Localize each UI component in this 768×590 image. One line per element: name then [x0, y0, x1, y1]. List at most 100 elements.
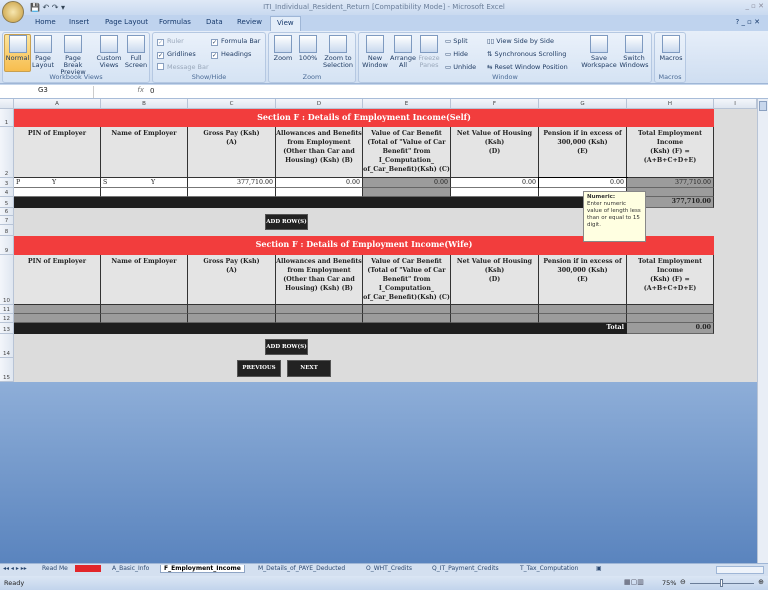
cell-c11[interactable]	[188, 305, 276, 314]
window-controls[interactable]: _ ▫ ✕	[745, 2, 764, 10]
headings-checkbox[interactable]: ✓ Headings	[211, 50, 251, 59]
sheet-tab-t-tax[interactable]: T_Tax_Computation	[520, 565, 578, 572]
split-button[interactable]: ▭ Split	[445, 37, 468, 45]
tab-data[interactable]: Data	[206, 18, 223, 26]
cell-e3-car[interactable]: 0.00	[363, 178, 451, 188]
column-header-i[interactable]: I	[714, 99, 757, 109]
cell-a4[interactable]	[14, 188, 101, 197]
cell-e12[interactable]	[363, 314, 451, 323]
quick-access-toolbar[interactable]: 💾 ↶ ↷ ▾	[30, 3, 65, 12]
cell-h12[interactable]	[627, 314, 714, 323]
zoom-button[interactable]: Zoom	[271, 35, 295, 62]
row-header[interactable]: 10	[0, 255, 14, 305]
row-header[interactable]: 6	[0, 208, 14, 216]
cell-f12[interactable]	[451, 314, 539, 323]
zoom-level[interactable]: 75%	[662, 579, 676, 587]
cell-d4[interactable]	[276, 188, 363, 197]
sheet-nav-arrows[interactable]: ◂◂ ◂ ▸ ▸▸	[3, 565, 27, 572]
cell-h3-total[interactable]: 377,710.00	[627, 178, 714, 188]
cell-e11[interactable]	[363, 305, 451, 314]
cell-h11[interactable]	[627, 305, 714, 314]
cell-b11[interactable]	[101, 305, 188, 314]
cell-b12[interactable]	[101, 314, 188, 323]
tab-review[interactable]: Review	[237, 18, 262, 26]
cell-a3-pin[interactable]: PY	[14, 178, 101, 188]
column-header-c[interactable]: C	[188, 99, 276, 109]
custom-views-button[interactable]: Custom Views	[96, 35, 122, 69]
cell-f3-housing[interactable]: 0.00	[451, 178, 539, 188]
formula-bar-checkbox[interactable]: ✓ Formula Bar	[211, 37, 260, 46]
cell-d12[interactable]	[276, 314, 363, 323]
cell-a11[interactable]	[14, 305, 101, 314]
save-workspace-button[interactable]: Save Workspace	[581, 35, 617, 69]
cell-f11[interactable]	[451, 305, 539, 314]
reset-window-position-button[interactable]: ⇆ Reset Window Position	[487, 63, 568, 71]
row-header[interactable]: 1	[0, 109, 14, 127]
cell-c4[interactable]	[188, 188, 276, 197]
tab-insert[interactable]: Insert	[69, 18, 89, 26]
cell-a12[interactable]	[14, 314, 101, 323]
cell-g3-pension-selected[interactable]: 0.00	[538, 177, 628, 189]
formula-input[interactable]: 0	[150, 87, 154, 95]
arrange-all-button[interactable]: Arrange All	[390, 35, 416, 69]
cell-b3-name[interactable]: SY	[101, 178, 188, 188]
cell-e4[interactable]	[363, 188, 451, 197]
row-header[interactable]: 12	[0, 314, 14, 323]
cell-f4[interactable]	[451, 188, 539, 197]
row-header[interactable]: 7	[0, 216, 14, 225]
page-break-preview-button[interactable]: Page Break Preview	[55, 35, 91, 76]
vertical-scrollbar[interactable]	[757, 99, 768, 563]
normal-view-button[interactable]: Normal	[4, 34, 31, 72]
add-rows-wife-button[interactable]: ADD ROW(S)	[265, 339, 308, 355]
column-header-h[interactable]: H	[627, 99, 714, 109]
help-icon[interactable]: ? _ ▫ ✕	[736, 18, 761, 26]
tab-page-layout[interactable]: Page Layout	[105, 18, 148, 26]
sheet-tab-errors[interactable]: Errors	[75, 565, 101, 572]
sheet-tab-q-it-payment[interactable]: Q_IT_Payment_Credits	[432, 565, 499, 572]
freeze-panes-button[interactable]: Freeze Panes	[417, 35, 441, 69]
scroll-thumb[interactable]	[759, 101, 767, 111]
switch-windows-button[interactable]: Switch Windows	[617, 35, 651, 69]
gridlines-checkbox[interactable]: ✓ Gridlines	[157, 50, 196, 59]
fx-icon[interactable]: fx	[100, 86, 144, 98]
zoom-slider[interactable]: ⊖ ⊕	[680, 578, 764, 587]
view-mode-icons[interactable]: ▦▢▥	[624, 578, 644, 586]
row-header[interactable]: 14	[0, 334, 14, 358]
message-bar-checkbox[interactable]: Message Bar	[157, 63, 209, 71]
row-header[interactable]: 15	[0, 358, 14, 382]
row-header[interactable]: 8	[0, 225, 14, 236]
cell-c12[interactable]	[188, 314, 276, 323]
unhide-button[interactable]: ▭ Unhide	[445, 63, 476, 71]
sheet-tab-read-me[interactable]: Read Me	[42, 565, 68, 572]
select-all-corner[interactable]	[0, 99, 14, 109]
cell-d11[interactable]	[276, 305, 363, 314]
add-rows-self-button[interactable]: ADD ROW(S)	[265, 214, 308, 230]
row-header[interactable]: 11	[0, 305, 14, 314]
macros-button[interactable]: Macros	[657, 35, 685, 62]
horizontal-scrollbar[interactable]	[716, 566, 764, 574]
column-header-f[interactable]: F	[451, 99, 539, 109]
tab-view[interactable]: View	[270, 16, 301, 31]
previous-button[interactable]: PREVIOUS	[237, 360, 281, 377]
row-header[interactable]: 13	[0, 323, 14, 334]
row-header[interactable]: 5	[0, 197, 14, 208]
column-header-b[interactable]: B	[101, 99, 188, 109]
column-header-e[interactable]: E	[363, 99, 451, 109]
zoom-100-button[interactable]: 100%	[296, 35, 320, 62]
row-header[interactable]: 9	[0, 236, 14, 255]
new-window-button[interactable]: New Window	[361, 35, 389, 69]
zoom-to-selection-button[interactable]: Zoom to Selection	[321, 35, 355, 69]
tab-formulas[interactable]: Formulas	[159, 18, 191, 26]
row-header[interactable]: 3	[0, 178, 14, 188]
view-side-by-side-button[interactable]: ▯▯ View Side by Side	[487, 37, 554, 45]
name-box[interactable]: G3	[2, 86, 94, 98]
row-header[interactable]: 4	[0, 188, 14, 197]
sheet-tab-f-employment-income[interactable]: F_Employment_Income	[160, 565, 245, 573]
sheet-tab-o-wht[interactable]: O_WHT_Credits	[366, 565, 412, 572]
column-header-d[interactable]: D	[276, 99, 363, 109]
cell-c3-gross[interactable]: 377,710.00	[188, 178, 276, 188]
hide-button[interactable]: ▭ Hide	[445, 50, 468, 58]
cell-b4[interactable]	[101, 188, 188, 197]
page-layout-button[interactable]: Page Layout	[32, 35, 54, 69]
insert-sheet-icon[interactable]: ▣	[596, 565, 602, 572]
